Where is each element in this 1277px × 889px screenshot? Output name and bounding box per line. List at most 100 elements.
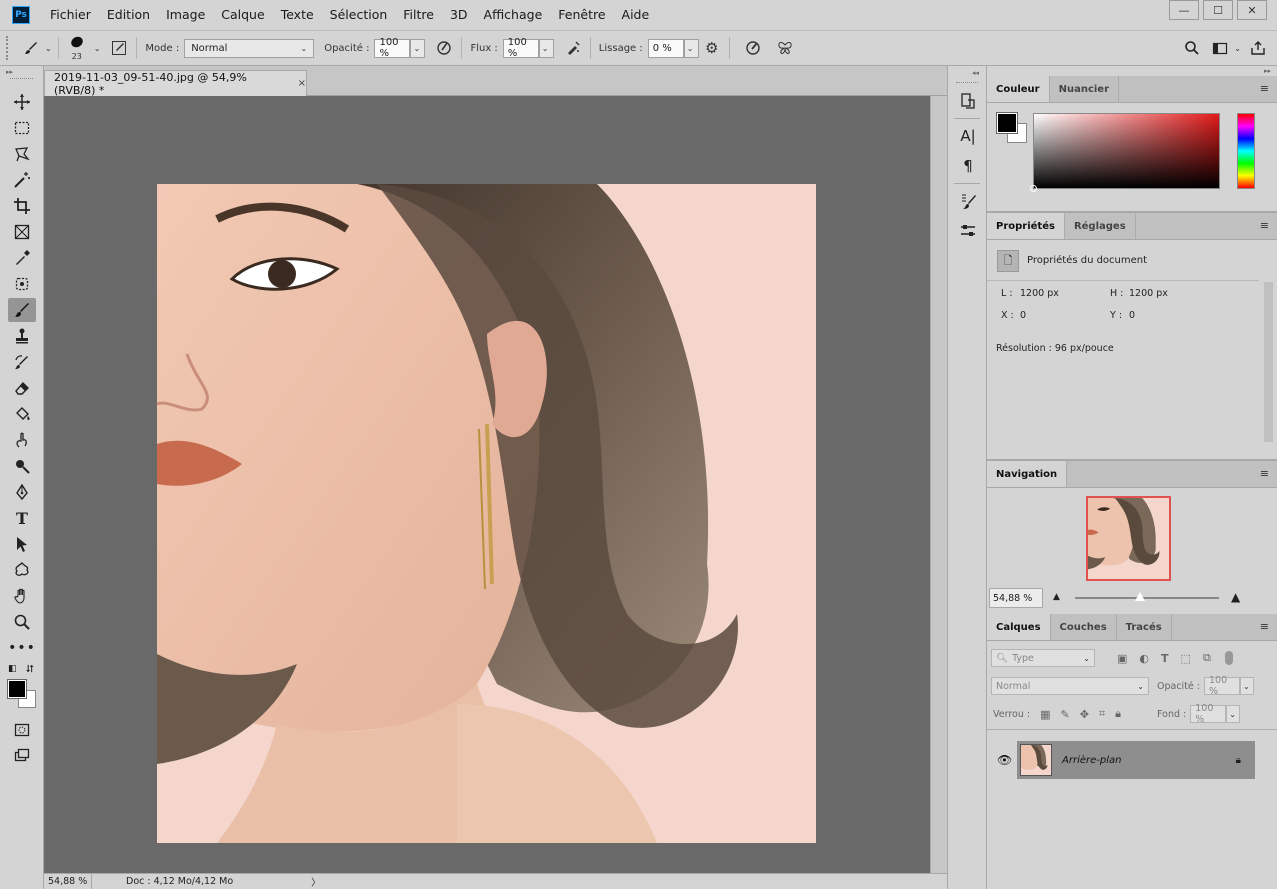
collapse-arrows-icon[interactable]: ◂◂ — [972, 68, 986, 78]
zoom-in-mountain-icon[interactable]: ▲ — [1231, 590, 1240, 604]
brush-tool-icon[interactable] — [8, 298, 36, 322]
menu-3d[interactable]: 3D — [442, 0, 476, 30]
color-spectrum[interactable] — [1030, 113, 1220, 192]
share-icon[interactable] — [1247, 37, 1269, 59]
clone-stamp-icon[interactable] — [8, 324, 36, 348]
tab-couleur[interactable]: Couleur — [987, 76, 1050, 102]
smudge-tool-icon[interactable] — [8, 428, 36, 452]
history-brush-icon[interactable] — [8, 350, 36, 374]
x-value[interactable]: 0 — [1020, 310, 1026, 321]
smoothing-input[interactable]: 0 % — [647, 38, 684, 58]
pressure-size-icon[interactable] — [742, 37, 764, 59]
navigator-zoom-input[interactable]: 54,88 % — [989, 588, 1043, 608]
tab-reglages[interactable]: Réglages — [1065, 213, 1136, 239]
y-value[interactable]: 0 — [1129, 310, 1135, 321]
quick-mask-icon[interactable] — [8, 718, 36, 742]
panel-menu-icon[interactable]: ≡ — [1260, 621, 1269, 632]
opacity-input[interactable]: 100 % — [374, 37, 411, 59]
brush-settings-panel-icon[interactable] — [954, 188, 982, 214]
frame-tool-icon[interactable] — [8, 220, 36, 244]
rectangular-marquee-icon[interactable] — [8, 116, 36, 140]
foreground-color-swatch[interactable] — [7, 679, 27, 699]
opacity-dropdown[interactable]: ⌄ — [410, 38, 426, 58]
brush-picker[interactable]: 23 — [65, 33, 91, 63]
close-button[interactable]: ✕ — [1237, 0, 1267, 20]
minimize-button[interactable]: — — [1169, 0, 1199, 20]
close-icon[interactable]: × — [298, 78, 306, 89]
status-zoom-field[interactable]: 54,88 % — [44, 874, 92, 889]
search-icon[interactable] — [1181, 37, 1203, 59]
brush-tool-preset-icon[interactable] — [20, 37, 42, 59]
vertical-scrollbar[interactable] — [930, 96, 947, 873]
menu-fenetre[interactable]: Fenêtre — [550, 0, 613, 30]
layer-row[interactable]: Arrière-plan 🔒︎ — [1017, 741, 1255, 779]
pen-tool-icon[interactable] — [8, 480, 36, 504]
hand-tool-icon[interactable] — [8, 584, 36, 608]
maximize-button[interactable]: ☐ — [1203, 0, 1233, 20]
filter-smart-object-icon[interactable]: ⧉ — [1203, 651, 1211, 665]
paint-bucket-icon[interactable] — [8, 402, 36, 426]
tab-traces[interactable]: Tracés — [1117, 614, 1172, 640]
hue-slider[interactable] — [1237, 113, 1255, 189]
chevron-down-icon[interactable]: ⌄ — [45, 44, 52, 53]
default-colors-icon[interactable]: ◧ — [8, 664, 17, 674]
filter-shape-icon[interactable]: ⬚ — [1181, 652, 1191, 665]
filter-pixel-icon[interactable]: ▣ — [1117, 652, 1127, 665]
menu-texte[interactable]: Texte — [273, 0, 322, 30]
tab-proprietes[interactable]: Propriétés — [987, 213, 1065, 239]
tab-nuancier[interactable]: Nuancier — [1050, 76, 1120, 102]
panel-menu-icon[interactable]: ≡ — [1260, 220, 1269, 231]
layer-opacity-input[interactable]: 100 % — [1203, 675, 1240, 697]
healing-brush-icon[interactable] — [8, 272, 36, 296]
status-menu-arrow[interactable]: 〉 — [311, 875, 321, 889]
width-value[interactable]: 1200 px — [1020, 288, 1059, 299]
tab-navigation[interactable]: Navigation — [987, 461, 1068, 487]
color-picker-marker[interactable] — [1030, 185, 1037, 192]
panel-grip[interactable] — [956, 82, 978, 84]
layer-name[interactable]: Arrière-plan — [1062, 755, 1121, 766]
lock-pixels-brush-icon[interactable]: ✎ — [1061, 708, 1070, 721]
workspace-icon[interactable] — [1209, 37, 1231, 59]
layer-opacity-dropdown[interactable]: ⌄ — [1239, 677, 1254, 695]
swap-colors-icon[interactable]: ⮃ — [26, 664, 34, 675]
magic-wand-icon[interactable] — [8, 168, 36, 192]
tab-calques[interactable]: Calques — [987, 614, 1051, 640]
menu-filtre[interactable]: Filtre — [395, 0, 442, 30]
lock-all-icon[interactable]: 🔒︎ — [1115, 707, 1121, 721]
mode-select[interactable]: Normal ⌄ — [184, 38, 315, 58]
lock-artboard-icon[interactable]: ⌗ — [1099, 707, 1105, 721]
fill-input[interactable]: 100 % — [1190, 703, 1227, 725]
path-selection-icon[interactable] — [8, 532, 36, 556]
fill-dropdown[interactable]: ⌄ — [1226, 705, 1241, 723]
chevron-down-icon[interactable]: ⌄ — [1234, 44, 1241, 53]
photo-canvas[interactable] — [157, 184, 816, 843]
panel-menu-icon[interactable]: ≡ — [1260, 468, 1269, 479]
eraser-icon[interactable] — [8, 376, 36, 400]
filter-toggle-icon[interactable] — [1224, 651, 1233, 665]
crop-tool-icon[interactable] — [8, 194, 36, 218]
chevron-down-icon[interactable]: ⌄ — [94, 44, 101, 53]
layer-filter-select[interactable]: 🔍︎ Type ⌄ — [991, 649, 1095, 667]
menu-edition[interactable]: Edition — [99, 0, 158, 30]
document-tab[interactable]: 2019-11-03_09-51-40.jpg @ 54,9% (RVB/8) … — [44, 70, 307, 97]
pressure-opacity-icon[interactable] — [433, 37, 455, 59]
menu-aide[interactable]: Aide — [614, 0, 658, 30]
smoothing-dropdown[interactable]: ⌄ — [683, 38, 699, 58]
eyedropper-icon[interactable] — [8, 246, 36, 270]
lasso-tool-icon[interactable] — [8, 142, 36, 166]
menu-selection[interactable]: Sélection — [322, 0, 396, 30]
dodge-tool-icon[interactable] — [8, 454, 36, 478]
lock-icon[interactable]: 🔒︎ — [1236, 755, 1241, 766]
eye-icon[interactable]: 👁︎ — [997, 753, 1012, 767]
menu-affichage[interactable]: Affichage — [476, 0, 551, 30]
navigator-thumbnail[interactable] — [1086, 496, 1171, 581]
gear-icon[interactable]: ⚙ — [701, 37, 723, 59]
properties-scrollbar[interactable] — [1264, 282, 1273, 442]
more-tools-icon[interactable]: ••• — [8, 636, 36, 660]
menu-image[interactable]: Image — [158, 0, 213, 30]
flow-input[interactable]: 100 % — [502, 37, 539, 59]
character-panel-icon[interactable]: A| — [954, 123, 982, 149]
airbrush-icon[interactable] — [562, 37, 584, 59]
paragraph-panel-icon[interactable]: ¶ — [954, 153, 982, 179]
filter-adjustment-icon[interactable]: ◐ — [1139, 652, 1149, 665]
